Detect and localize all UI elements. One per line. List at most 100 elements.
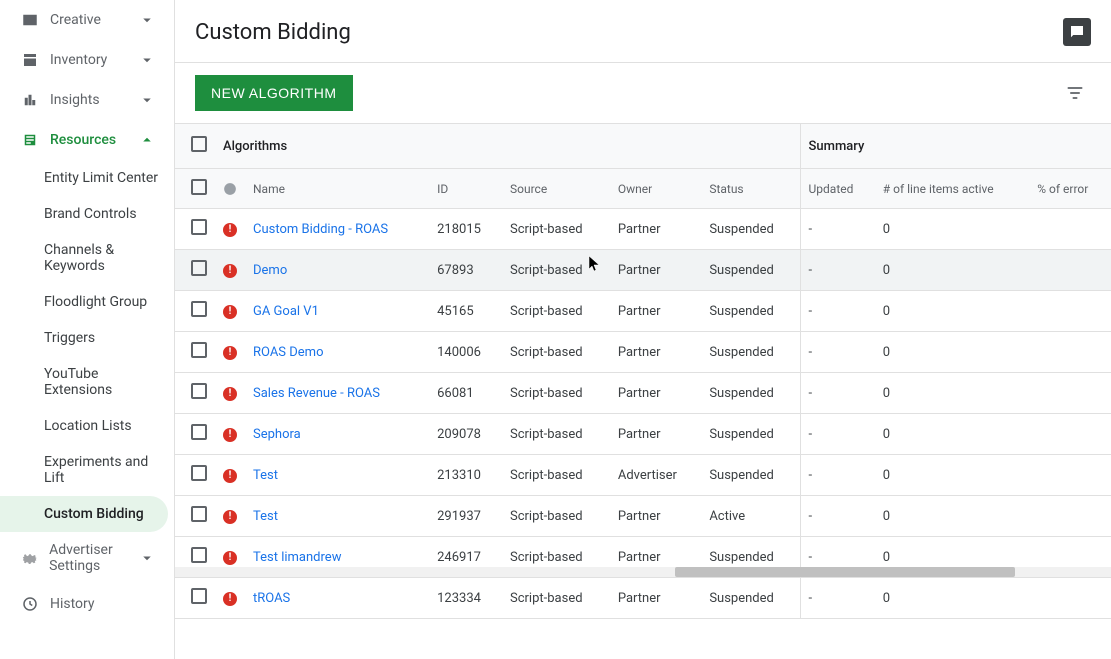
sidebar-item-floodlight-group[interactable]: Floodlight Group <box>0 284 174 320</box>
feedback-button[interactable] <box>1063 18 1091 46</box>
table-row[interactable]: !Custom Bidding - ROAS218015Script-based… <box>175 209 1111 250</box>
row-checkbox[interactable] <box>191 342 207 358</box>
scrollbar-thumb[interactable] <box>675 567 1015 577</box>
cell-line-items: 0 <box>875 455 1029 496</box>
creative-icon <box>20 10 40 30</box>
algorithm-name-link[interactable]: tROAS <box>253 591 290 606</box>
sidebar-item-inventory[interactable]: Inventory <box>0 40 174 80</box>
sidebar-item-youtube-extensions[interactable]: YouTube Extensions <box>0 356 174 408</box>
col-status[interactable]: Status <box>701 169 800 209</box>
cell-updated: - <box>800 455 875 496</box>
cell-owner: Partner <box>610 250 701 291</box>
error-icon: ! <box>223 305 237 319</box>
sidebar-item-insights[interactable]: Insights <box>0 80 174 120</box>
select-all-checkbox-sub[interactable] <box>191 179 207 195</box>
table-row[interactable]: !Sales Revenue - ROAS66081Script-basedPa… <box>175 373 1111 414</box>
algorithm-name-link[interactable]: Test <box>253 468 278 483</box>
col-updated[interactable]: Updated <box>800 169 875 209</box>
cell-id: 291937 <box>429 496 502 537</box>
row-checkbox[interactable] <box>191 301 207 317</box>
algorithm-name-link[interactable]: GA Goal V1 <box>253 304 319 319</box>
cell-status: Suspended <box>701 291 800 332</box>
cell-pct-error <box>1029 332 1111 373</box>
col-source[interactable]: Source <box>502 169 610 209</box>
cell-pct-error <box>1029 455 1111 496</box>
cell-pct-error <box>1029 250 1111 291</box>
new-algorithm-button[interactable]: NEW ALGORITHM <box>195 75 353 111</box>
table-row[interactable]: !Test213310Script-basedAdvertiserSuspend… <box>175 455 1111 496</box>
cell-updated: - <box>800 373 875 414</box>
cell-updated: - <box>800 414 875 455</box>
table-row[interactable]: !Demo67893Script-basedPartnerSuspended-0 <box>175 250 1111 291</box>
cell-pct-error <box>1029 414 1111 455</box>
select-all-checkbox[interactable] <box>191 136 207 152</box>
cell-status: Suspended <box>701 373 800 414</box>
table-row[interactable]: !GA Goal V145165Script-basedPartnerSuspe… <box>175 291 1111 332</box>
col-id[interactable]: ID <box>429 169 502 209</box>
sidebar-item-label: Resources <box>50 132 116 148</box>
cell-pct-error <box>1029 373 1111 414</box>
col-line-items[interactable]: # of line items active <box>875 169 1029 209</box>
cell-updated: - <box>800 332 875 373</box>
inventory-icon <box>20 50 40 70</box>
algorithm-name-link[interactable]: Sales Revenue - ROAS <box>253 386 380 401</box>
cell-source: Script-based <box>502 496 610 537</box>
col-owner[interactable]: Owner <box>610 169 701 209</box>
table-row[interactable]: !Test291937Script-basedPartnerActive-0 <box>175 496 1111 537</box>
cell-line-items: 0 <box>875 250 1029 291</box>
sidebar-item-experiments-lift[interactable]: Experiments and Lift <box>0 444 174 496</box>
cell-source: Script-based <box>502 455 610 496</box>
sidebar-item-label: History <box>50 596 95 612</box>
table-row[interactable]: !tROAS123334Script-basedPartnerSuspended… <box>175 578 1111 619</box>
chevron-down-icon <box>138 11 156 29</box>
row-checkbox[interactable] <box>191 506 207 522</box>
error-icon: ! <box>223 510 237 524</box>
horizontal-scrollbar[interactable] <box>175 567 1111 577</box>
sidebar-item-creative[interactable]: Creative <box>0 0 174 40</box>
col-name[interactable]: Name <box>245 169 429 209</box>
chevron-down-icon <box>138 51 156 69</box>
cell-source: Script-based <box>502 209 610 250</box>
row-select-header <box>175 169 215 209</box>
row-checkbox[interactable] <box>191 424 207 440</box>
row-checkbox[interactable] <box>191 260 207 276</box>
row-checkbox[interactable] <box>191 465 207 481</box>
chevron-down-icon <box>138 91 156 109</box>
algorithm-name-link[interactable]: Custom Bidding - ROAS <box>253 222 388 237</box>
cell-status: Suspended <box>701 578 800 619</box>
row-checkbox[interactable] <box>191 383 207 399</box>
algorithm-name-link[interactable]: Demo <box>253 263 287 278</box>
sidebar-item-resources[interactable]: Resources <box>0 120 174 160</box>
sidebar-item-brand-controls[interactable]: Brand Controls <box>0 196 174 232</box>
sidebar: Creative Inventory Insights Resources En… <box>0 0 175 659</box>
sidebar-item-triggers[interactable]: Triggers <box>0 320 174 356</box>
algorithm-name-link[interactable]: ROAS Demo <box>253 345 323 360</box>
cell-owner: Partner <box>610 373 701 414</box>
col-pct-error[interactable]: % of error <box>1029 169 1111 209</box>
algorithm-name-link[interactable]: Test <box>253 509 278 524</box>
sidebar-item-location-lists[interactable]: Location Lists <box>0 408 174 444</box>
row-checkbox[interactable] <box>191 588 207 604</box>
algorithm-name-link[interactable]: Sephora <box>253 427 301 442</box>
algorithms-table-container[interactable]: Algorithms Summary Name ID Source Owner … <box>175 123 1111 659</box>
sidebar-item-channels-keywords[interactable]: Channels & Keywords <box>0 232 174 284</box>
algorithm-name-link[interactable]: Test limandrew <box>253 550 341 565</box>
row-checkbox[interactable] <box>191 219 207 235</box>
cell-line-items: 0 <box>875 332 1029 373</box>
filter-button[interactable] <box>1059 77 1091 109</box>
sidebar-item-custom-bidding[interactable]: Custom Bidding <box>0 496 168 532</box>
cell-pct-error <box>1029 209 1111 250</box>
cell-source: Script-based <box>502 578 610 619</box>
sidebar-item-advertiser-settings[interactable]: Advertiser Settings <box>0 532 174 584</box>
sidebar-item-entity-limit-center[interactable]: Entity Limit Center <box>0 160 174 196</box>
sidebar-item-history[interactable]: History <box>0 584 174 624</box>
table-row[interactable]: !Sephora209078Script-basedPartnerSuspend… <box>175 414 1111 455</box>
table-row[interactable]: !ROAS Demo140006Script-basedPartnerSuspe… <box>175 332 1111 373</box>
feedback-icon <box>1068 23 1086 41</box>
toolbar: NEW ALGORITHM <box>175 63 1111 123</box>
filter-icon <box>1065 83 1085 103</box>
cell-status: Active <box>701 496 800 537</box>
cell-status: Suspended <box>701 209 800 250</box>
row-checkbox[interactable] <box>191 547 207 563</box>
sidebar-item-label: Insights <box>50 92 100 108</box>
